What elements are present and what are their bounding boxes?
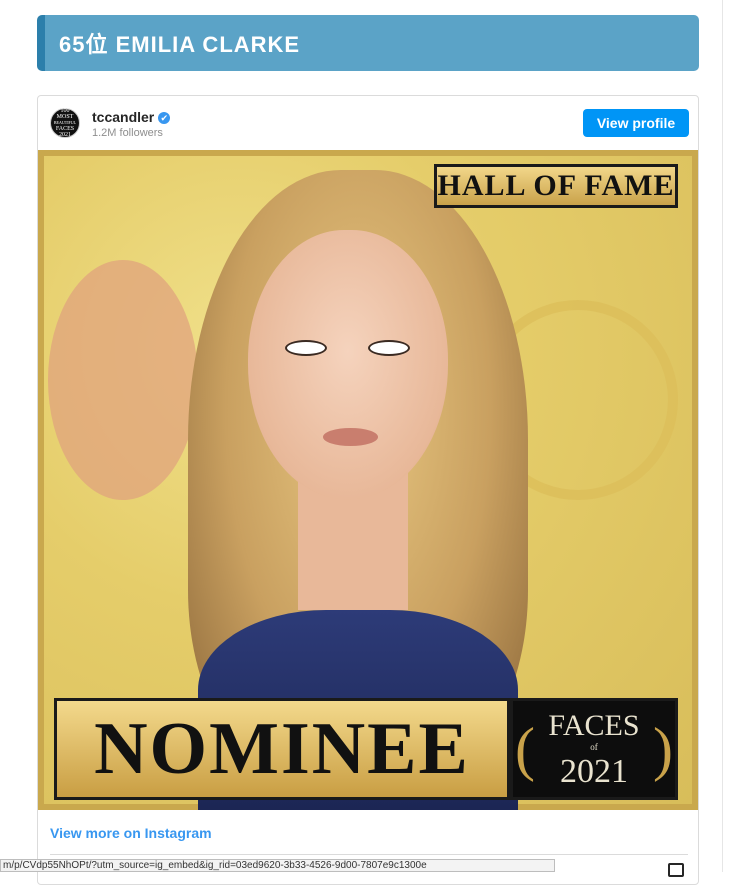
bookmark-icon[interactable]: [668, 863, 684, 877]
portrait-eye: [285, 340, 327, 356]
portrait-eye: [368, 340, 410, 356]
faces-year: 2021: [560, 753, 628, 790]
faces-of-label: of: [590, 742, 598, 752]
instagram-embed: 100 MOST BEAUTIFUL FACES 2021 tccandler ✔…: [37, 95, 699, 885]
embed-header: 100 MOST BEAUTIFUL FACES 2021 tccandler ✔…: [38, 96, 698, 151]
ranking-heading: 65位 EMILIA CLARKE: [37, 15, 699, 71]
backdrop-shape: [48, 260, 198, 500]
avatar-text-5: 2021: [59, 132, 71, 138]
ranking-title: 65位 EMILIA CLARKE: [59, 32, 301, 57]
verified-badge-icon: ✔: [158, 112, 171, 124]
portrait-face: [248, 230, 448, 500]
view-more-link[interactable]: View more on Instagram: [50, 825, 212, 841]
embed-footer-divider: [50, 854, 688, 855]
profile-username[interactable]: tccandler ✔: [92, 109, 171, 125]
post-image[interactable]: HALL OF FAME NOMINEE ( ) FACES of 2021: [38, 150, 698, 810]
portrait-lips: [323, 428, 378, 446]
faces-2021-plate: ( ) FACES of 2021: [510, 698, 678, 800]
profile-avatar[interactable]: 100 MOST BEAUTIFUL FACES 2021: [50, 108, 80, 138]
page-edge-divider: [722, 0, 723, 872]
hall-of-fame-plate: HALL OF FAME: [434, 164, 678, 208]
username-text: tccandler: [92, 109, 155, 125]
browser-status-url: m/p/CVdp55NhOPt/?utm_source=ig_embed&ig_…: [0, 859, 555, 872]
follower-count: 1.2M followers: [92, 127, 163, 139]
view-profile-button[interactable]: View profile: [583, 109, 689, 137]
faces-label: FACES: [548, 709, 640, 742]
nominee-plate: NOMINEE: [54, 698, 510, 800]
